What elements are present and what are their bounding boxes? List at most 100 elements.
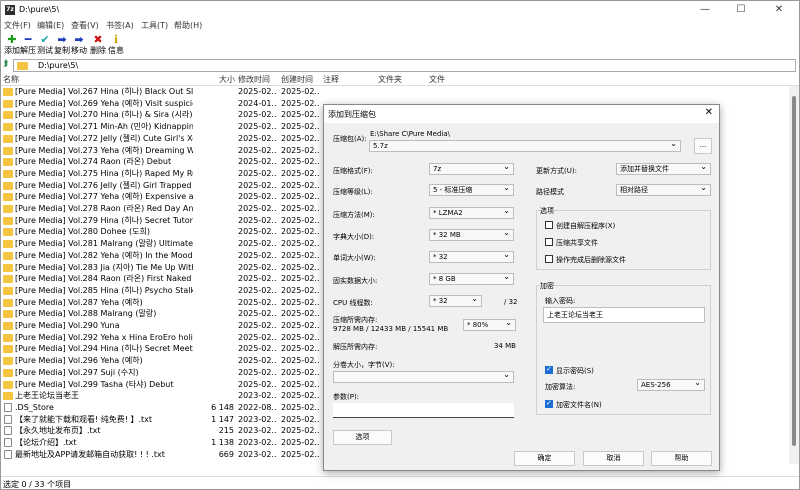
dialog-title: 添加到压缩包: [328, 110, 376, 119]
dict-label: 字典大小(D):: [333, 233, 375, 241]
row-created: 2025-02...: [281, 356, 319, 366]
folder-icon: [3, 380, 13, 389]
row-created: 2025-02...: [281, 438, 319, 447]
folder-icon: [3, 345, 13, 354]
encrypt-names-checkbox[interactable]: [545, 399, 553, 408]
row-modified: 2023-02...: [238, 391, 276, 401]
level-combo[interactable]: 5 - 标准压缩: [429, 184, 514, 196]
folder-icon: [3, 286, 13, 295]
row-modified: 2025-02...: [238, 344, 276, 354]
level-label: 压缩等级(L):: [333, 188, 373, 196]
row-name: [Pure Media] Vol.277 Yeha (예하) Expensive…: [15, 192, 193, 202]
row-created: 2025-02...: [281, 379, 319, 389]
scrollbar-thumb[interactable]: [792, 96, 796, 446]
split-combo[interactable]: [333, 371, 514, 383]
update-label: 更新方式(U):: [536, 167, 577, 175]
row-created: 2025-02...: [281, 157, 319, 167]
solid-label: 固实数据大小:: [333, 277, 378, 285]
folder-icon: [3, 251, 13, 260]
password-input[interactable]: 上老王论坛当老王: [543, 307, 705, 323]
cancel-button[interactable]: 取消: [583, 451, 644, 466]
options-button[interactable]: 选项: [333, 430, 392, 445]
col-modified[interactable]: 修改时间: [238, 74, 270, 85]
col-files[interactable]: 文件: [429, 74, 445, 85]
close-button[interactable]: ✕: [761, 1, 797, 19]
up-folder-icon[interactable]: ⮭: [3, 59, 13, 71]
row-modified: 2025-02...: [238, 204, 276, 213]
folder-icon: [3, 228, 13, 237]
decomp-label: 解压所需内存:: [333, 343, 378, 351]
vertical-scrollbar[interactable]: [789, 86, 799, 464]
folder-icon: [3, 357, 13, 366]
row-name: [Pure Media] Vol.276 Jelly (젤리) Girl Tra…: [15, 180, 193, 190]
minimize-button[interactable]: —: [687, 1, 723, 19]
browse-button[interactable]: ...: [694, 138, 712, 154]
menu-bookmarks[interactable]: 书签(A): [106, 20, 134, 31]
threads-combo[interactable]: * 32: [429, 295, 482, 307]
menu-edit[interactable]: 编辑(E): [37, 20, 64, 31]
info-button[interactable]: ℹ 信息: [105, 34, 127, 56]
maximize-button[interactable]: ☐: [723, 1, 759, 19]
folder-icon: [3, 240, 13, 249]
row-created: 2025-02...: [281, 239, 319, 249]
delete-source-checkbox[interactable]: [545, 255, 553, 263]
dialog-close-icon[interactable]: ✕: [705, 107, 713, 118]
col-size[interactable]: 大小: [219, 74, 235, 85]
row-created: 2025-02...: [281, 285, 319, 295]
enc-method-label: 加密算法:: [545, 383, 576, 391]
path-field[interactable]: D:\pure\5\: [13, 59, 796, 72]
format-combo[interactable]: 7z: [429, 163, 514, 175]
path-mode-combo[interactable]: 相对路径: [616, 184, 711, 196]
word-label: 单词大小(W):: [333, 254, 376, 262]
memory-pct-combo[interactable]: * 80%: [463, 319, 516, 331]
folder-icon: [3, 146, 13, 155]
col-folders[interactable]: 文件夹: [378, 74, 402, 85]
params-input[interactable]: [333, 403, 514, 418]
enc-method-combo[interactable]: AES-256: [637, 379, 705, 391]
folder-icon: [3, 368, 13, 377]
file-icon: [4, 438, 12, 447]
status-bar: 选定 0 / 33 个项目: [1, 476, 799, 490]
col-name[interactable]: 名称: [3, 74, 19, 85]
file-icon: [4, 402, 12, 412]
info-icon: ℹ: [113, 33, 119, 46]
solid-combo[interactable]: * 8 GB: [429, 273, 514, 285]
col-created[interactable]: 创建时间: [281, 74, 313, 85]
sfx-checkbox[interactable]: [545, 221, 553, 229]
row-created: 2025-02...: [281, 110, 319, 120]
menu-tools[interactable]: 工具(T): [141, 20, 168, 31]
password-label: 输入密码:: [545, 297, 576, 305]
title-bar: 7z D:\pure\5\ — ☐ ✕: [1, 1, 799, 19]
row-size: 215: [218, 426, 234, 436]
row-modified: 2025-02...: [238, 297, 276, 307]
folder-row[interactable]: [Pure Media] Vol.267 Hina (히나) Black Out…: [1, 86, 789, 98]
row-modified: 2025-02...: [238, 87, 276, 96]
list-header: 名称 大小 修改时间 创建时间 注释 文件夹 文件: [1, 73, 799, 86]
row-created: 2025-02...: [281, 321, 319, 330]
row-modified: 2025-02...: [238, 192, 276, 202]
word-combo[interactable]: * 32: [429, 251, 514, 263]
folder-icon: [3, 158, 13, 167]
folder-icon: [3, 181, 13, 190]
help-button[interactable]: 帮助: [651, 451, 712, 466]
row-created: 2025-02...: [281, 449, 319, 459]
row-created: 2025-02...: [281, 309, 319, 319]
menu-help[interactable]: 帮助(H): [174, 20, 202, 31]
row-modified: 2025-02...: [238, 379, 276, 389]
folder-icon: [3, 134, 13, 143]
folder-icon: [3, 111, 13, 120]
ok-button[interactable]: 确定: [514, 451, 575, 466]
dict-combo[interactable]: * 32 MB: [429, 229, 514, 241]
threads-total: / 32: [504, 298, 518, 306]
archive-name-combo[interactable]: 5.7z: [369, 140, 681, 152]
update-combo[interactable]: 添加并替换文件: [616, 163, 711, 175]
encrypt-names-label: 加密文件名(N): [556, 401, 602, 409]
menu-view[interactable]: 查看(V): [71, 20, 99, 31]
method-combo[interactable]: * LZMA2: [429, 207, 514, 219]
row-name: [Pure Media] Vol.290 Yuna: [15, 321, 120, 330]
shared-checkbox[interactable]: [545, 238, 553, 246]
show-password-checkbox[interactable]: [545, 365, 553, 374]
row-created: 2025-02...: [281, 391, 319, 401]
menu-file[interactable]: 文件(F): [4, 20, 31, 31]
col-comment[interactable]: 注释: [323, 74, 339, 85]
